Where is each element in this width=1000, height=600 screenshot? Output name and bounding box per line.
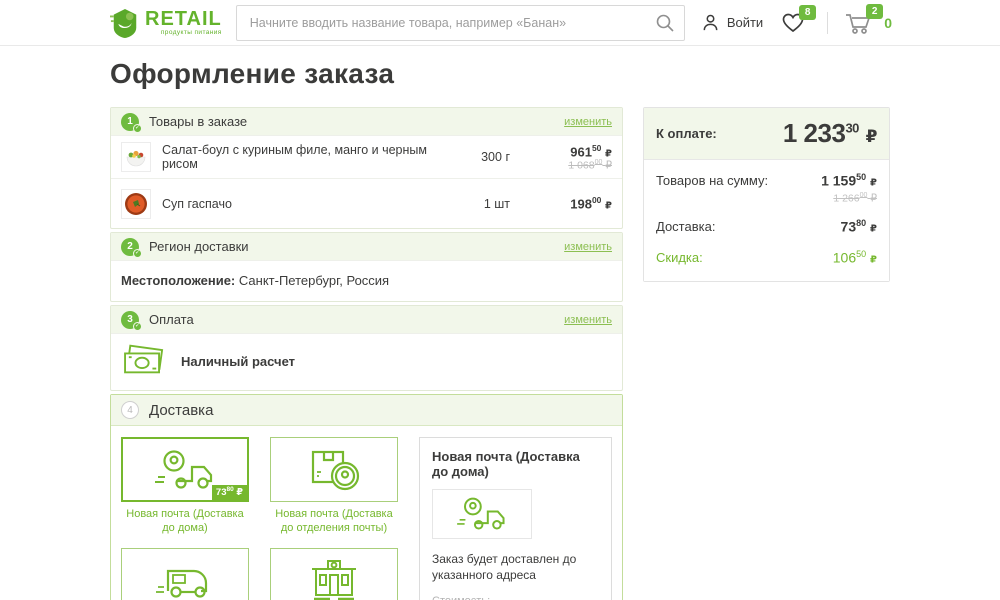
delivery-price-badge: 7380 ₽ — [212, 485, 247, 500]
summary-row-discount: Скидка: 10650 ₽ — [656, 249, 877, 266]
location-value: Санкт-Петербург, Россия — [235, 273, 389, 288]
product-price: 96150 ₽ — [536, 143, 612, 159]
gazpacho-photo — [123, 191, 149, 217]
van-icon — [152, 559, 218, 600]
delivery-detail-panel: Новая почта (Доставка до дома) Заказ буд… — [419, 437, 612, 600]
order-items-title: Товары в заказе — [149, 114, 247, 129]
site-header: RETAIL продукты питания Войти 8 — [0, 0, 1000, 46]
wishlist-badge: 8 — [799, 5, 816, 20]
cart-total-count: 0 — [884, 15, 892, 31]
delivery-option-label[interactable]: Новая почта (Доставка до отделения почты… — [270, 502, 398, 548]
payment-edit-link[interactable]: изменить — [564, 314, 612, 326]
product-row: Суп гаспачо 1 шт 19800 ₽ — [111, 178, 622, 228]
summary-row-items: Товаров на сумму: 1 15950 ₽ 1 26600 ₽ — [656, 172, 877, 204]
region-location: Местоположение: Санкт-Петербург, Россия — [111, 260, 622, 301]
delivery-detail-description: Заказ будет доставлен до указанного адре… — [432, 551, 599, 583]
delivery-detail-image — [432, 489, 532, 539]
delivery-title: Доставка — [149, 402, 213, 419]
delivery-detail-title: Новая почта (Доставка до дома) — [432, 449, 599, 479]
product-qty: 1 шт — [452, 197, 510, 211]
location-label: Местоположение: — [121, 273, 235, 288]
section-region: 2 ✓ Регион доставки изменить Местоположе… — [110, 232, 623, 302]
region-title: Регион доставки — [149, 239, 249, 254]
summary-old-price: 1 26600 ₽ — [821, 192, 877, 205]
region-edit-link[interactable]: изменить — [564, 241, 612, 253]
section-delivery: 4 Доставка — [110, 394, 623, 600]
store-logo-subtitle: продукты питания — [145, 30, 222, 37]
truck-pin-icon — [453, 494, 511, 534]
delivery-option-example-service[interactable]: Пример службы доставки — [121, 548, 249, 600]
store-logo-icon — [110, 7, 140, 39]
step-2-icon: 2 ✓ — [121, 238, 139, 256]
product-old-price: 1 06800 ₽ — [536, 159, 612, 172]
product-qty: 300 г — [452, 150, 510, 164]
wishlist-button[interactable]: 8 — [781, 12, 805, 34]
payment-method: Наличный расчет — [181, 354, 295, 369]
section-payment: 3 ✓ Оплата изменить Наличный расчет — [110, 305, 623, 391]
summary-row-delivery: Доставка: 7380 ₽ — [656, 218, 877, 235]
salad-bowl-photo — [123, 144, 149, 170]
product-price: 19800 ₽ — [536, 195, 612, 211]
login-label: Войти — [727, 15, 763, 30]
search-input[interactable] — [236, 5, 685, 41]
parcel-pin-icon — [303, 446, 365, 494]
step-3-icon: 3 ✓ — [121, 311, 139, 329]
store-logo[interactable]: RETAIL продукты питания — [110, 7, 222, 39]
step-2-check-icon: ✓ — [133, 249, 142, 258]
truck-pin-icon — [150, 447, 220, 493]
delivery-option-home[interactable]: 7380 ₽ Новая почта (Доставка до дома) — [121, 437, 249, 548]
store-icon — [308, 557, 360, 600]
search-icon[interactable] — [655, 13, 675, 33]
delivery-option-post-office[interactable]: Новая почта (Доставка до отделения почты… — [270, 437, 398, 548]
product-name: Салат-боул с куриным филе, манго и черны… — [162, 143, 452, 171]
step-4-icon: 4 — [121, 401, 139, 419]
cash-icon — [121, 344, 165, 378]
delivery-cost-label: Стоимость: — [432, 595, 599, 600]
product-thumbnail — [121, 189, 151, 219]
payable-label: К оплате: — [656, 126, 717, 141]
section-order-items: 1 ✓ Товары в заказе изменить — [110, 107, 623, 229]
delivery-option-pickup[interactable]: Самовывоз — [270, 548, 398, 600]
header-divider — [827, 12, 828, 34]
delivery-option-label[interactable]: Новая почта (Доставка до дома) — [121, 502, 249, 548]
step-1-check-icon: ✓ — [133, 124, 142, 133]
login-button[interactable]: Войти — [701, 13, 763, 32]
cart-badge: 2 — [866, 4, 883, 19]
step-1-icon: 1 ✓ — [121, 113, 139, 131]
store-logo-text: RETAIL — [145, 9, 222, 29]
product-row: Салат-боул с куриным филе, манго и черны… — [111, 135, 622, 178]
cart-button[interactable]: 2 — [844, 11, 872, 35]
step-3-check-icon: ✓ — [133, 322, 142, 331]
payable-total: 1 23330 ₽ — [783, 118, 877, 149]
order-summary: К оплате: 1 23330 ₽ Товаров на сумму: 1 … — [643, 107, 890, 282]
order-items-edit-link[interactable]: изменить — [564, 116, 612, 128]
user-icon — [701, 13, 720, 32]
search-bar — [236, 5, 685, 41]
payment-title: Оплата — [149, 312, 194, 327]
page-title: Оформление заказа — [110, 58, 892, 90]
product-name: Суп гаспачо — [162, 197, 452, 211]
product-thumbnail — [121, 142, 151, 172]
